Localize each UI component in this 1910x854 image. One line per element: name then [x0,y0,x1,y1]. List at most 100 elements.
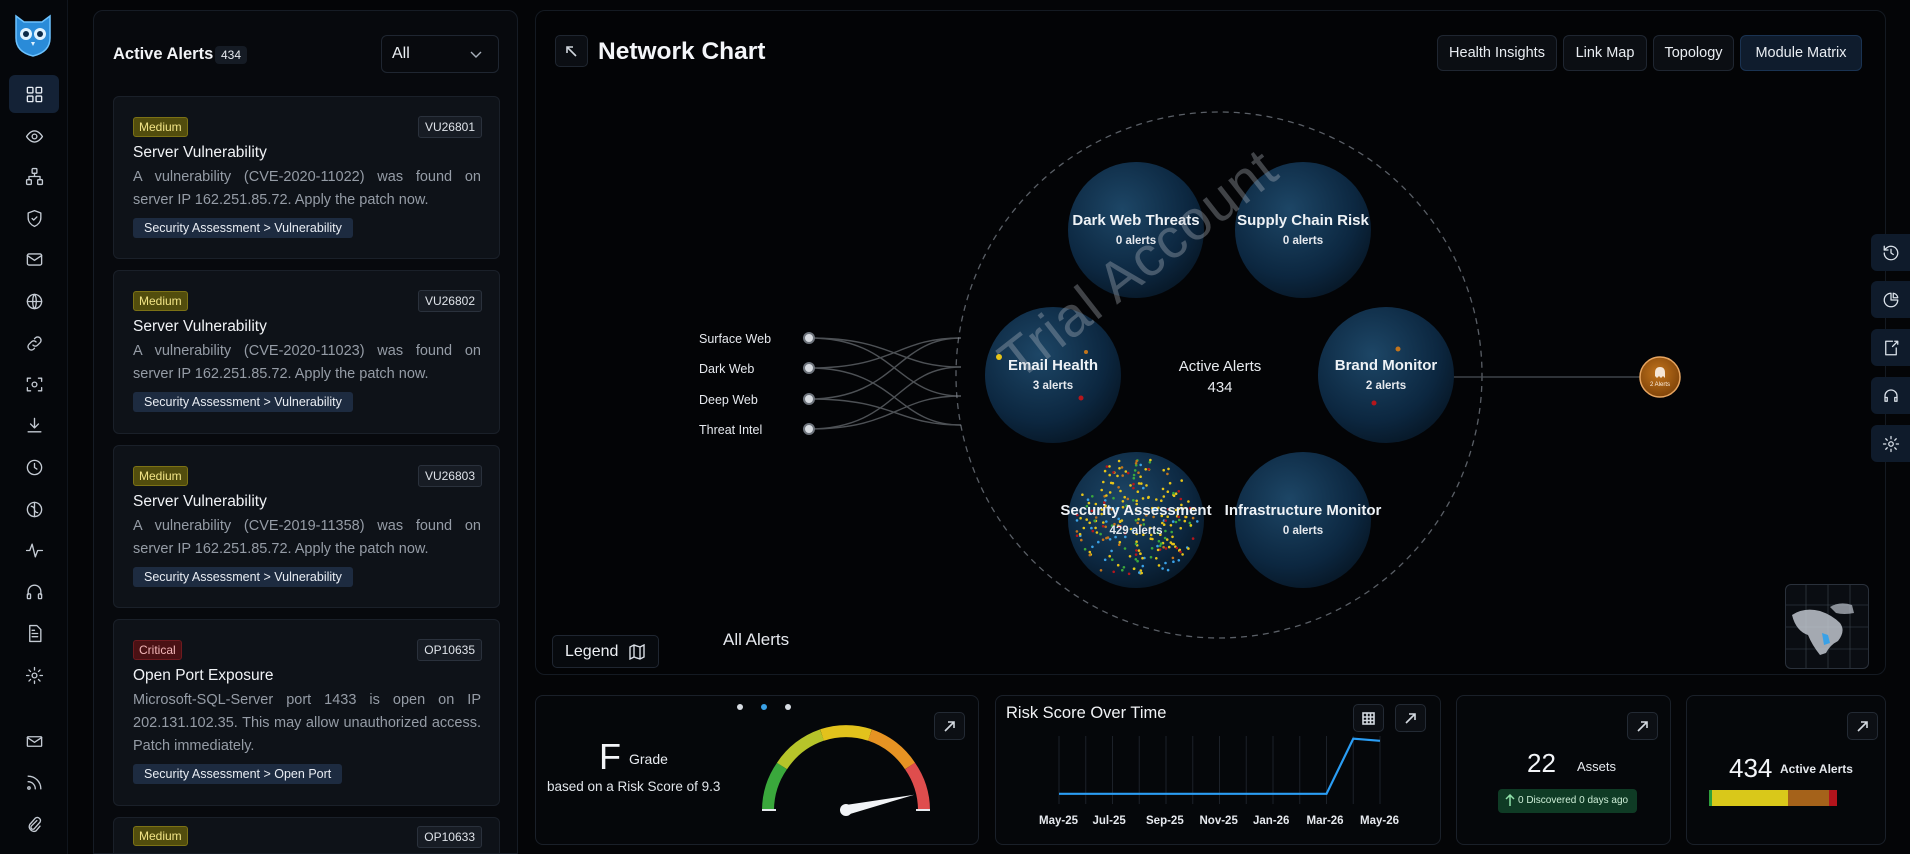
source-label: Threat Intel [699,423,762,437]
grade-letter: F [599,736,621,777]
paperclip-icon[interactable] [9,805,59,843]
alert-card[interactable]: Medium OP10633 [113,817,500,853]
alert-dot [1132,486,1135,490]
alert-category-tag[interactable]: Security Assessment > Open Port [133,764,343,784]
alert-dot [1127,572,1131,576]
alert-dot [1166,568,1170,572]
alert-dot [1138,571,1141,574]
headphones-icon[interactable] [9,572,59,610]
world-minimap[interactable] [1785,584,1869,669]
alert-dot [1135,549,1138,552]
scan-icon[interactable] [9,365,59,403]
chevron-down-icon [470,51,482,58]
globe-icon[interactable] [9,282,59,320]
expand-grade-button[interactable] [934,712,965,740]
alert-dot [1191,537,1195,540]
alert-dot [1110,549,1113,553]
alert-dot [1117,459,1121,463]
alert-dot [1128,555,1132,558]
clock-icon[interactable] [9,448,59,486]
source-node-threat-intel[interactable]: Threat Intel [699,423,815,437]
module-alerts: 2 alerts [1366,380,1406,392]
mail-icon[interactable] [9,240,59,278]
alert-dot [1108,538,1112,541]
alert-category-tag[interactable]: Security Assessment > Vulnerability [133,218,353,238]
brain-icon[interactable] [9,490,59,528]
dashboard-icon[interactable] [9,75,59,113]
alert-dot [1172,494,1176,498]
legend-button[interactable]: Legend [552,635,659,668]
alert-dot [1105,520,1108,523]
alert-category-tag[interactable]: Security Assessment > Vulnerability [133,392,353,412]
gear-icon[interactable] [1871,425,1910,462]
source-node-dark-web[interactable]: Dark Web [699,362,815,376]
alert-dot [1118,467,1121,470]
alert-card[interactable]: Critical OP10635 Open Port Exposure Micr… [113,619,500,806]
alert-card[interactable]: Medium VU26801 Server Vulnerability A vu… [113,96,500,259]
active-alerts-widget: 434 Active Alerts [1686,695,1886,845]
activity-icon[interactable] [9,531,59,569]
alert-dot [1161,487,1165,491]
brand-alert-node[interactable]: 2 Alerts [1639,356,1681,398]
module-bubble-security-assessment[interactable]: Security Assessment 429 alerts [1060,452,1212,588]
alert-dot [1156,548,1160,552]
carousel-dot-active[interactable] [761,704,767,710]
map-icon [629,644,645,660]
severity-badge: Medium [133,291,188,311]
alert-card[interactable]: Medium VU26803 Server Vulnerability A vu… [113,445,500,608]
alert-dot [1082,526,1086,530]
alert-dot [1144,468,1147,471]
report-icon[interactable] [1871,329,1910,366]
settings-icon[interactable] [9,656,59,694]
document-icon[interactable] [9,614,59,652]
network-icon[interactable] [9,157,59,195]
alert-dot [1163,536,1167,540]
source-node-surface-web[interactable]: Surface Web [699,332,815,346]
legend-label: Legend [565,642,619,660]
expand-alerts-button[interactable] [1847,712,1878,740]
alerts-filter-select[interactable]: All [381,35,499,73]
x-tick-label: Jul-25 [1092,815,1126,827]
carousel-dot[interactable] [737,704,743,710]
alert-dot [1162,495,1166,498]
support-icon[interactable] [1871,377,1910,414]
source-node-deep-web[interactable]: Deep Web [699,393,815,407]
rss-icon[interactable] [9,763,59,801]
severity-badge: Medium [133,466,188,486]
alert-dot [1122,566,1126,569]
download-icon[interactable] [9,406,59,444]
alert-dot [1103,469,1107,473]
owl-logo-icon[interactable] [12,12,54,58]
module-bubble-brand-monitor[interactable]: Brand Monitor 2 alerts [1318,307,1454,443]
alert-dot [1139,475,1142,479]
pie-chart-icon[interactable] [1871,281,1910,318]
source-label: Surface Web [699,332,771,346]
alert-dot [1156,544,1159,548]
alert-dot [1117,486,1120,489]
active-alerts-count: 434 [1729,753,1773,783]
alert-id: VU26801 [417,116,482,138]
alert-dot [1139,552,1142,555]
shield-check-icon[interactable] [9,199,59,237]
alert-dot [1102,521,1105,524]
eye-icon[interactable] [9,117,59,155]
alert-dot [1086,498,1090,502]
history-icon[interactable] [1871,234,1910,271]
module-bubble-infrastructure-monitor[interactable]: Infrastructure Monitor 0 alerts [1225,452,1382,588]
alert-dot [1136,521,1139,525]
alert-dot [1139,463,1142,467]
alert-dot [1091,545,1094,549]
alert-dot [1101,538,1105,541]
alert-dot [1183,519,1187,523]
link-icon[interactable] [9,324,59,362]
alert-dot [1100,488,1103,492]
alert-dot [1109,481,1113,485]
alert-title: Server Vulnerability [133,493,267,510]
alert-card[interactable]: Medium VU26802 Server Vulnerability A vu… [113,270,500,434]
envelope-icon[interactable] [9,722,59,760]
expand-assets-button[interactable] [1627,712,1658,740]
alert-dot [1141,497,1145,500]
alert-dot [1149,555,1153,559]
alert-category-tag[interactable]: Security Assessment > Vulnerability [133,567,353,587]
carousel-dot[interactable] [785,704,791,710]
